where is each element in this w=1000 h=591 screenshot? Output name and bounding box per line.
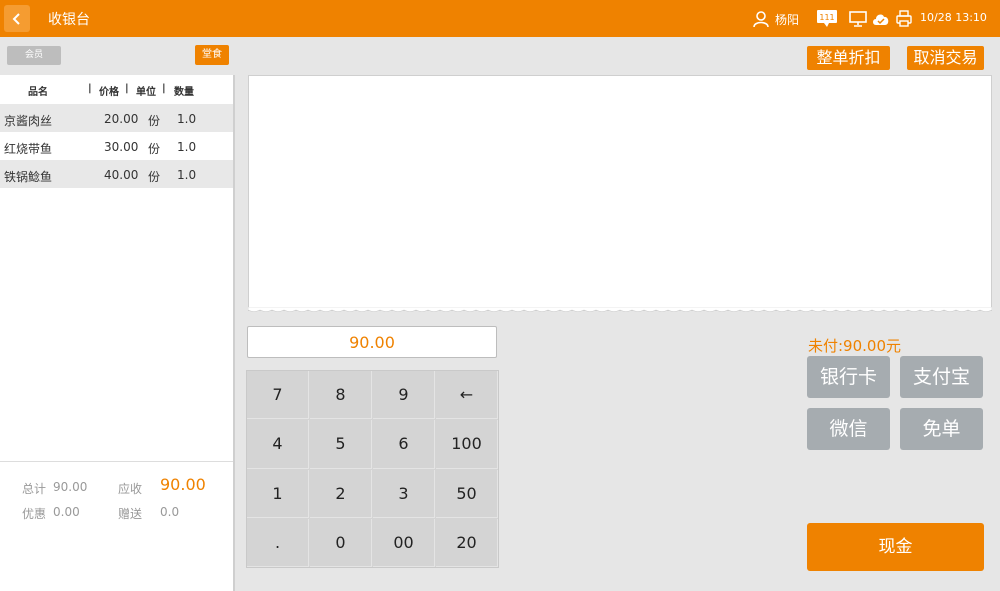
item-name: 红烧带鱼 xyxy=(4,142,53,156)
column-name: 品名 xyxy=(28,87,48,98)
whole-discount-button[interactable]: 整单折扣 xyxy=(807,46,890,70)
back-button[interactable] xyxy=(4,5,30,32)
discount-value: 0.00 xyxy=(53,505,80,519)
column-separator: | xyxy=(88,83,92,94)
column-price: 价格 xyxy=(99,87,119,98)
monitor-icon[interactable] xyxy=(849,11,867,27)
printer-icon[interactable] xyxy=(896,10,912,27)
order-row[interactable]: 铁锅鲶鱼 40.00 份 1.0 xyxy=(0,160,233,188)
key-4[interactable]: 4 xyxy=(247,420,309,469)
key-5[interactable]: 5 xyxy=(310,420,372,469)
unpaid-amount: 未付:90.00元 xyxy=(808,337,901,355)
gift-value: 0.0 xyxy=(160,505,180,519)
item-qty: 1.0 xyxy=(177,140,197,154)
key-00[interactable]: 00 xyxy=(373,518,435,567)
item-price: 30.00 xyxy=(104,140,139,154)
user-icon[interactable] xyxy=(752,10,770,28)
total-label: 总计 xyxy=(22,482,47,496)
totals-section: 总计 90.00 应收 90.00 优惠 0.00 赠送 0.0 xyxy=(0,461,233,591)
cancel-transaction-button[interactable]: 取消交易 xyxy=(907,46,984,70)
order-table-header: 品名 | 价格 | 单位 | 数量 xyxy=(0,75,233,104)
order-panel: 品名 | 价格 | 单位 | 数量 京酱肉丝 20.00 份 1.0 红烧带鱼 … xyxy=(0,75,235,591)
column-separator: | xyxy=(162,83,166,94)
key-3[interactable]: 3 xyxy=(373,469,435,518)
bank-card-button[interactable]: 银行卡 xyxy=(807,356,890,398)
item-name: 铁锅鲶鱼 xyxy=(4,170,53,184)
top-bar: 收银台 杨阳 111 10/28 13:10 xyxy=(0,0,1000,37)
key-20[interactable]: 20 xyxy=(436,518,498,567)
key-backspace[interactable]: ← xyxy=(436,371,498,420)
key-8[interactable]: 8 xyxy=(310,371,372,420)
member-button[interactable]: 会员 xyxy=(7,46,61,65)
message-badge: 111 xyxy=(819,13,834,22)
column-qty: 数量 xyxy=(174,87,194,98)
receipt-area xyxy=(248,75,992,311)
receipt-torn-edge xyxy=(248,307,992,312)
amount-input[interactable] xyxy=(247,326,497,358)
order-row[interactable]: 红烧带鱼 30.00 份 1.0 xyxy=(0,132,233,160)
item-price: 40.00 xyxy=(104,168,139,182)
datetime: 10/28 13:10 xyxy=(920,11,987,24)
cash-button[interactable]: 现金 xyxy=(807,523,984,571)
column-unit: 单位 xyxy=(136,87,156,98)
key-1[interactable]: 1 xyxy=(247,469,309,518)
key-6[interactable]: 6 xyxy=(373,420,435,469)
cloud-check-icon[interactable] xyxy=(871,11,891,26)
chevron-left-icon xyxy=(12,12,20,25)
key-9[interactable]: 9 xyxy=(373,371,435,420)
item-unit: 份 xyxy=(148,142,161,156)
receivable-value: 90.00 xyxy=(160,475,206,494)
column-separator: | xyxy=(125,83,129,94)
numeric-keypad: 7 8 9 ← 4 5 6 100 1 2 3 50 . 0 00 20 xyxy=(246,370,499,568)
gift-label: 赠送 xyxy=(118,507,143,521)
key-0[interactable]: 0 xyxy=(310,518,372,567)
item-unit: 份 xyxy=(148,170,161,184)
left-controls: 会员 堂食 xyxy=(0,37,235,75)
item-name: 京酱肉丝 xyxy=(4,114,53,128)
item-unit: 份 xyxy=(148,114,161,128)
free-order-button[interactable]: 免单 xyxy=(900,408,983,450)
order-row[interactable]: 京酱肉丝 20.00 份 1.0 xyxy=(0,104,233,132)
key-decimal[interactable]: . xyxy=(247,518,309,567)
dine-in-button[interactable]: 堂食 xyxy=(195,45,229,65)
key-2[interactable]: 2 xyxy=(310,469,372,518)
total-value: 90.00 xyxy=(53,480,88,494)
item-qty: 1.0 xyxy=(177,168,197,182)
wechat-button[interactable]: 微信 xyxy=(807,408,890,450)
alipay-button[interactable]: 支付宝 xyxy=(900,356,983,398)
page-title: 收银台 xyxy=(48,12,90,28)
key-7[interactable]: 7 xyxy=(247,371,309,420)
receivable-label: 应收 xyxy=(118,482,143,496)
item-price: 20.00 xyxy=(104,112,139,126)
key-50[interactable]: 50 xyxy=(436,469,498,518)
discount-label: 优惠 xyxy=(22,507,47,521)
key-100[interactable]: 100 xyxy=(436,420,498,469)
message-icon[interactable]: 111 xyxy=(816,9,838,28)
user-name: 杨阳 xyxy=(775,13,800,27)
item-qty: 1.0 xyxy=(177,112,197,126)
